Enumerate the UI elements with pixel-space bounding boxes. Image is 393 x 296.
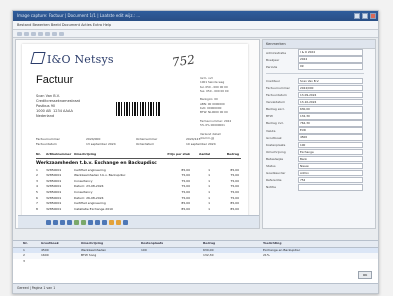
meta-label: Factuurdatum — [36, 142, 57, 146]
recipient-address: Scan Van B.V. Creditcresseknamestraat Po… — [36, 94, 81, 118]
properties-panel: Kenmerken Administratie I & O 2024 Boekja… — [262, 39, 376, 229]
document-viewer[interactable]: I&O Netsys 752 Factuur Scan Van B.V. Cre… — [15, 39, 260, 229]
field-administratie: Administratie I & O 2024 — [263, 49, 375, 56]
close-button[interactable] — [370, 13, 376, 19]
logo-mark-icon — [30, 52, 46, 64]
first-page-icon[interactable] — [46, 220, 51, 225]
zoom-in-icon[interactable] — [74, 220, 79, 225]
table-row[interactable]: 3 — [13, 259, 378, 265]
document-title: Factuur — [36, 74, 74, 86]
company-logo: I&O Netsys — [30, 52, 114, 66]
field-separator — [263, 70, 375, 77]
logo-text: I&O Netsys — [47, 53, 114, 66]
field-notitie: Notitie — [263, 184, 375, 191]
field-omschrijving: Omschrijving Exchange — [263, 148, 375, 156]
ok-button[interactable]: OK — [358, 271, 372, 279]
field-kostenplaats: Kostenplaats 100 — [263, 141, 375, 149]
field-btw: BTW 132,30 — [263, 113, 375, 120]
maximize-button[interactable] — [362, 13, 368, 19]
invoice-page: I&O Netsys 752 Factuur Scan Van B.V. Cre… — [22, 44, 248, 218]
title-bar: Image capture: Factuur | Document 1/1 | … — [13, 11, 378, 21]
save-icon[interactable] — [24, 31, 29, 36]
prev-page-icon[interactable] — [53, 220, 58, 225]
main-area: I&O Netsys 752 Factuur Scan Van B.V. Cre… — [13, 37, 378, 237]
handwritten-note: 752 — [171, 52, 196, 70]
last-page-icon[interactable] — [67, 220, 72, 225]
delete-icon[interactable] — [59, 31, 64, 36]
barcode-image — [116, 102, 160, 116]
meta-value: 2024/123 — [186, 137, 201, 141]
field-crediteur: Crediteur Scan Van B.V. — [263, 77, 375, 85]
invoice-meta: Factuurnummer 2024/000 Ordernummer 2024/… — [36, 137, 236, 146]
zoom-icon[interactable] — [45, 31, 50, 36]
next-page-icon[interactable] — [60, 220, 65, 225]
annotate-icon[interactable] — [116, 220, 121, 225]
table-row: 8 32850001 Installatie Exchange 2010 85,00 1… — [36, 206, 239, 211]
status-bar: Gereed | Pagina 1 van 1 — [13, 283, 378, 293]
menu-bar[interactable]: Bestand Bewerken Beeld Document Acties E… — [13, 21, 378, 30]
section-title: Werkzaamheden t.b.v. Exchange en Backupd… — [36, 160, 157, 166]
sender-details: Iorm. nvt 1001 Seinde weg tel. 050 - 000… — [200, 76, 232, 141]
field-bedrag-excl: Bedrag excl. 630,00 — [263, 106, 375, 113]
select-icon[interactable] — [123, 220, 128, 225]
window-controls — [354, 13, 376, 19]
rotate-right-icon[interactable] — [102, 220, 107, 225]
field-referentie: Referentie 752 — [263, 176, 375, 184]
panel-header: Kenmerken — [263, 40, 375, 49]
field-vervaldatum: Vervaldatum 13-10-2024 — [263, 98, 375, 106]
meta-label: Ordernummer — [136, 137, 158, 141]
window-title: Image capture: Factuur | Document 1/1 | … — [17, 13, 141, 18]
field-bedrag-incl: Bedrag incl. 762,30 — [263, 120, 375, 127]
meta-label: Factuurnummer — [36, 137, 60, 141]
field-periode: Periode 09 — [263, 63, 375, 70]
open-icon[interactable] — [17, 31, 22, 36]
rotate-icon[interactable] — [52, 31, 57, 36]
field-factuurnummer: Factuurnummer 2024/000 — [263, 84, 375, 92]
zoom-out-icon[interactable] — [81, 220, 86, 225]
field-status: Status Nieuw — [263, 162, 375, 170]
fit-page-icon[interactable] — [88, 220, 93, 225]
field-goedkeurder: Goedkeurder Admin — [263, 169, 375, 177]
meta-value: 13 september 2024 — [86, 142, 116, 146]
field-betaalwijze: Betaalwijze Bank — [263, 155, 375, 163]
rotate-left-icon[interactable] — [95, 220, 100, 225]
meta-label: Orderdatum — [136, 142, 155, 146]
scan-icon[interactable] — [38, 31, 43, 36]
field-valuta: Valuta EUR — [263, 127, 375, 134]
meta-value: 10 september 2024 — [186, 142, 216, 146]
meta-value: 2024/000 — [86, 137, 101, 141]
field-grootboek: Grootboek 4500 — [263, 134, 375, 141]
field-factuurdatum: Factuurdatum 13-09-2024 — [263, 91, 375, 99]
application-window: Image capture: Factuur | Document 1/1 | … — [12, 10, 379, 294]
highlight-icon[interactable] — [109, 220, 114, 225]
invoice-lines-table: Nr. Artikelnummer Omschrijving Prijs per… — [36, 152, 241, 212]
field-boekjaar: Boekjaar 2024 — [263, 56, 375, 63]
table-header: Nr. Artikelnummer Omschrijving Prijs per… — [36, 152, 241, 159]
minimize-button[interactable] — [354, 13, 360, 19]
print-icon[interactable] — [31, 31, 36, 36]
viewer-toolbar — [18, 215, 259, 228]
booking-lines-grid: Nr. Grootboek Omschrijving Kostenplaats … — [13, 240, 378, 283]
